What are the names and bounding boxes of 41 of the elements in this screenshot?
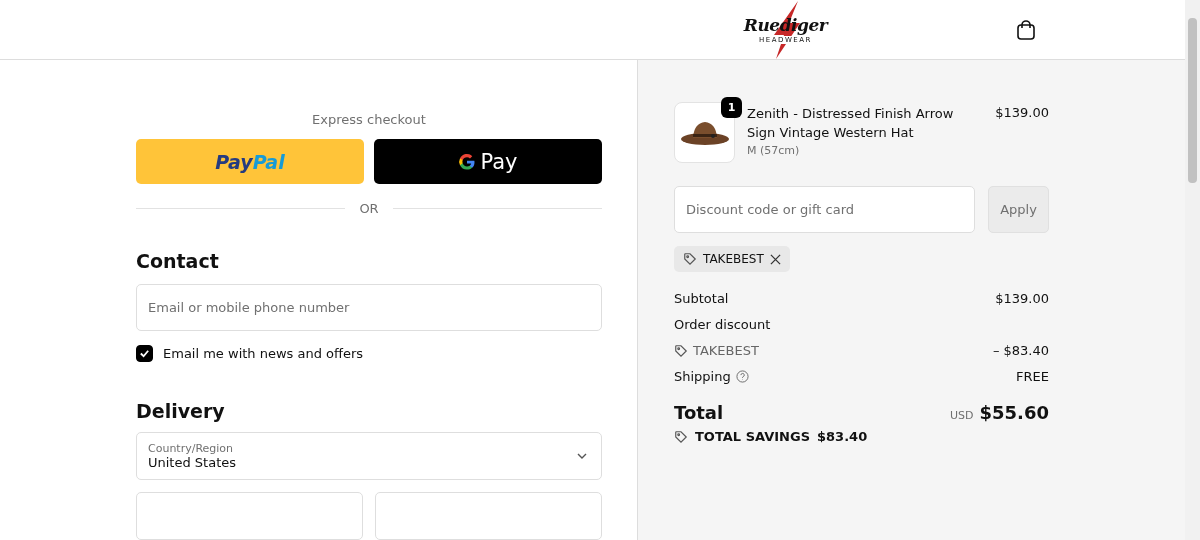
or-divider: OR — [136, 201, 602, 216]
total-value: $55.60 — [979, 402, 1049, 423]
product-name: Zenith - Distressed Finish Arrow Sign Vintage Western Hat — [747, 105, 955, 142]
discount-code: TAKEBEST — [703, 252, 764, 266]
check-icon — [139, 348, 150, 359]
tag-icon — [674, 343, 688, 358]
contact-heading: Contact — [136, 250, 220, 272]
summary-label: Subtotal — [674, 291, 729, 306]
shopping-bag-icon[interactable] — [1017, 19, 1035, 40]
product-price: $139.00 — [995, 104, 1049, 120]
summary-label: TAKEBEST — [693, 343, 759, 358]
product-variant: M (57cm) — [747, 144, 801, 157]
summary-value: – $83.40 — [992, 343, 1049, 358]
tag-icon — [683, 252, 697, 266]
google-pay-button[interactable]: Pay — [374, 139, 602, 184]
help-icon[interactable] — [735, 370, 749, 383]
summary-value: FREE — [1016, 369, 1049, 384]
summary-value: $139.00 — [995, 291, 1049, 306]
google-g-icon — [458, 152, 477, 171]
quantity-badge: 1 — [721, 97, 742, 118]
paypal-button[interactable]: PayPal — [136, 139, 364, 184]
apply-button[interactable]: Apply — [988, 186, 1049, 233]
first-name-field[interactable] — [136, 492, 363, 540]
country-select[interactable]: Country/Region United States — [136, 432, 602, 480]
email-field[interactable]: Email or mobile phone number — [136, 284, 602, 331]
chevron-down-icon — [577, 453, 587, 459]
newsletter-label[interactable]: Email me with news and offers — [136, 345, 602, 362]
discount-field[interactable]: Discount code or gift card — [674, 186, 975, 233]
last-name-field[interactable] — [375, 492, 602, 540]
express-checkout-title: Express checkout — [311, 112, 427, 127]
delivery-heading: Delivery — [136, 400, 226, 422]
savings-value: $83.40 — [817, 429, 868, 444]
close-icon[interactable] — [769, 253, 781, 265]
currency-code: USD — [950, 409, 974, 422]
savings-label: TOTAL SAVINGS — [695, 429, 810, 444]
summary-label: Order discount — [674, 317, 771, 332]
total-label: Total — [674, 402, 724, 423]
scrollbar[interactable] — [1185, 0, 1200, 540]
newsletter-checkbox[interactable] — [136, 345, 153, 362]
savings-tag-icon — [674, 429, 688, 444]
summary-label: Shipping — [674, 369, 731, 384]
